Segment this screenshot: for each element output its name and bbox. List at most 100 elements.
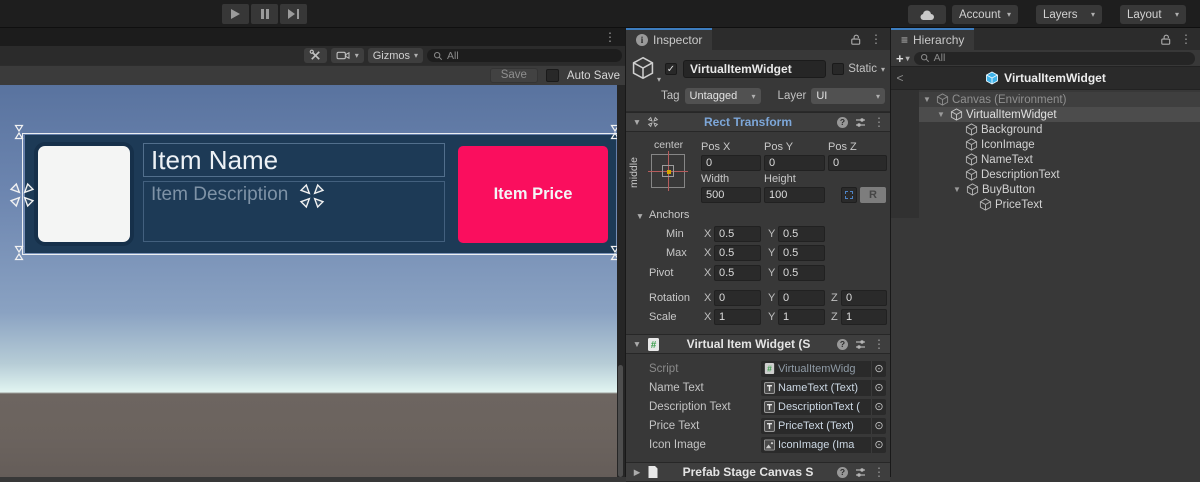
tab-hierarchy[interactable]: ≡ Hierarchy	[891, 28, 974, 50]
foldout-arrow-icon[interactable]: ▼	[631, 339, 643, 349]
tree-row-virtualitemwidget[interactable]: ▼ VirtualItemWidget	[919, 107, 1200, 122]
prefab-stage-canvas-header[interactable]: ▶ Prefab Stage Canvas S ? ⋮	[626, 462, 890, 482]
layers-dropdown[interactable]: Layers▾	[1036, 5, 1102, 24]
object-picker-icon[interactable]: ⊙	[871, 437, 886, 453]
tree-row-nametext[interactable]: NameText	[919, 152, 1200, 167]
layer-dropdown[interactable]: UI ▾	[811, 88, 885, 104]
help-icon[interactable]: ?	[837, 339, 848, 350]
blueprint-mode-button[interactable]	[841, 187, 857, 203]
scale-x-field[interactable]: 1	[714, 309, 761, 325]
scene-scrollbar[interactable]	[617, 85, 625, 477]
component-menu-kebab-icon[interactable]: ⋮	[873, 338, 885, 350]
anchor-max-y-field[interactable]: 0.5	[778, 245, 825, 261]
rotation-x-field[interactable]: 0	[714, 290, 761, 306]
save-button[interactable]: Save	[490, 68, 538, 83]
widget-description-text[interactable]: Item Description	[143, 181, 445, 242]
step-button[interactable]	[280, 4, 307, 24]
pos-z-field[interactable]: 0	[828, 155, 887, 171]
width-field[interactable]: 500	[701, 187, 761, 203]
play-button[interactable]	[222, 4, 249, 24]
pivot-y-field[interactable]: 0.5	[778, 265, 825, 281]
tag-dropdown[interactable]: Untagged ▾	[685, 88, 761, 104]
pos-y-field[interactable]: 0	[764, 155, 825, 171]
virtual-item-widget-header[interactable]: ▼ # Virtual Item Widget (S ? ⋮	[626, 334, 890, 354]
gameobject-icon-button[interactable]: ▾	[631, 56, 659, 82]
scrollbar-thumb[interactable]	[618, 365, 623, 477]
hierarchy-tab-label: Hierarchy	[913, 33, 964, 47]
tab-inspector[interactable]: i Inspector	[626, 28, 712, 50]
inspector-menu-kebab-icon[interactable]: ⋮	[870, 33, 882, 45]
virtual-item-widget-panel[interactable]: Item Name Item Description Item Price	[25, 135, 616, 253]
hierarchy-menu-kebab-icon[interactable]: ⋮	[1180, 33, 1192, 45]
anchors-foldout-icon[interactable]: ▼	[634, 211, 646, 221]
pivot-x-field[interactable]: 0.5	[714, 265, 761, 281]
scene-canvas[interactable]: Item Name Item Description Item Price	[0, 85, 625, 477]
presets-icon[interactable]	[854, 116, 867, 129]
object-picker-icon[interactable]: ⊙	[871, 380, 886, 396]
widget-buy-button[interactable]: Item Price	[458, 146, 608, 243]
anchor-max-x-field[interactable]: 0.5	[714, 245, 761, 261]
axis-y-label: Y	[768, 247, 775, 259]
component-menu-kebab-icon[interactable]: ⋮	[873, 466, 885, 478]
anchor-gizmo-icon[interactable]	[297, 181, 327, 211]
script-object-field[interactable]: # VirtualItemWidg	[761, 361, 871, 377]
anchor-handle-icon[interactable]	[11, 245, 27, 261]
foldout-arrow-icon[interactable]: ▼	[631, 117, 643, 127]
gizmos-dropdown[interactable]: Gizmos ▾	[368, 48, 423, 63]
description-text-object-field[interactable]: DescriptionText (	[761, 399, 871, 415]
widget-name-text[interactable]: Item Name	[143, 143, 445, 177]
rotation-z-field[interactable]: 0	[841, 290, 887, 306]
active-checkbox[interactable]: ✓	[665, 63, 677, 75]
static-toggle[interactable]: Static ▾	[832, 63, 885, 75]
auto-save-checkbox[interactable]	[546, 69, 559, 82]
pause-button[interactable]	[251, 4, 278, 24]
name-text-object-field[interactable]: NameText (Text)	[761, 380, 871, 396]
rect-transform-header[interactable]: ▼ Rect Transform ? ⋮	[626, 112, 890, 132]
hierarchy-search-input[interactable]: All	[914, 52, 1195, 65]
foldout-arrow-icon[interactable]: ▼	[935, 110, 947, 119]
tree-row-background[interactable]: Background	[919, 122, 1200, 137]
layout-dropdown[interactable]: Layout▾	[1120, 5, 1186, 24]
scale-y-field[interactable]: 1	[778, 309, 825, 325]
tree-row-descriptiontext[interactable]: DescriptionText	[919, 167, 1200, 182]
anchor-gizmo-icon[interactable]	[7, 180, 37, 210]
gameobject-name-field[interactable]: VirtualItemWidget	[683, 60, 826, 78]
object-picker-icon[interactable]: ⊙	[871, 418, 886, 434]
cloud-services-button[interactable]	[908, 5, 946, 24]
scene-tools-button[interactable]	[304, 48, 327, 63]
foldout-arrow-icon[interactable]: ▼	[951, 185, 963, 194]
scale-z-field[interactable]: 1	[841, 309, 887, 325]
object-picker-icon[interactable]: ⊙	[871, 361, 886, 377]
anchor-min-y-field[interactable]: 0.5	[778, 226, 825, 242]
rotation-y-field[interactable]: 0	[778, 290, 825, 306]
scene-camera-dropdown[interactable]: ▾	[331, 48, 364, 63]
widget-icon-image[interactable]	[38, 146, 130, 242]
foldout-arrow-icon[interactable]: ▼	[921, 95, 933, 104]
lock-icon[interactable]	[849, 33, 862, 46]
help-icon[interactable]: ?	[837, 117, 848, 128]
icon-image-object-field[interactable]: IconImage (Ima	[761, 437, 871, 453]
tree-row-iconimage[interactable]: IconImage	[919, 137, 1200, 152]
lock-icon[interactable]	[1159, 33, 1172, 46]
create-object-button[interactable]: + ▾	[896, 51, 910, 66]
prefab-breadcrumb[interactable]: VirtualItemWidget	[891, 71, 1200, 85]
raw-edit-button[interactable]: R	[860, 187, 886, 203]
presets-icon[interactable]	[854, 338, 867, 351]
static-checkbox[interactable]	[832, 63, 844, 75]
anchor-handle-icon[interactable]	[11, 124, 27, 140]
price-text-object-field[interactable]: PriceText (Text)	[761, 418, 871, 434]
tree-row-pricetext[interactable]: PriceText	[919, 197, 1200, 212]
foldout-arrow-icon[interactable]: ▶	[631, 467, 643, 478]
component-menu-kebab-icon[interactable]: ⋮	[873, 116, 885, 128]
account-dropdown[interactable]: Account▾	[952, 5, 1018, 24]
height-field[interactable]: 100	[764, 187, 825, 203]
tree-row-canvas[interactable]: ▼ Canvas (Environment)	[919, 92, 1200, 107]
anchor-preset-widget[interactable]	[651, 154, 685, 188]
pos-x-field[interactable]: 0	[701, 155, 761, 171]
help-icon[interactable]: ?	[837, 467, 848, 478]
tree-row-buybutton[interactable]: ▼ BuyButton	[919, 182, 1200, 197]
object-picker-icon[interactable]: ⊙	[871, 399, 886, 415]
scene-search-input[interactable]: All	[427, 49, 622, 62]
anchor-min-x-field[interactable]: 0.5	[714, 226, 761, 242]
scene-menu-kebab-icon[interactable]: ⋮	[604, 31, 616, 43]
